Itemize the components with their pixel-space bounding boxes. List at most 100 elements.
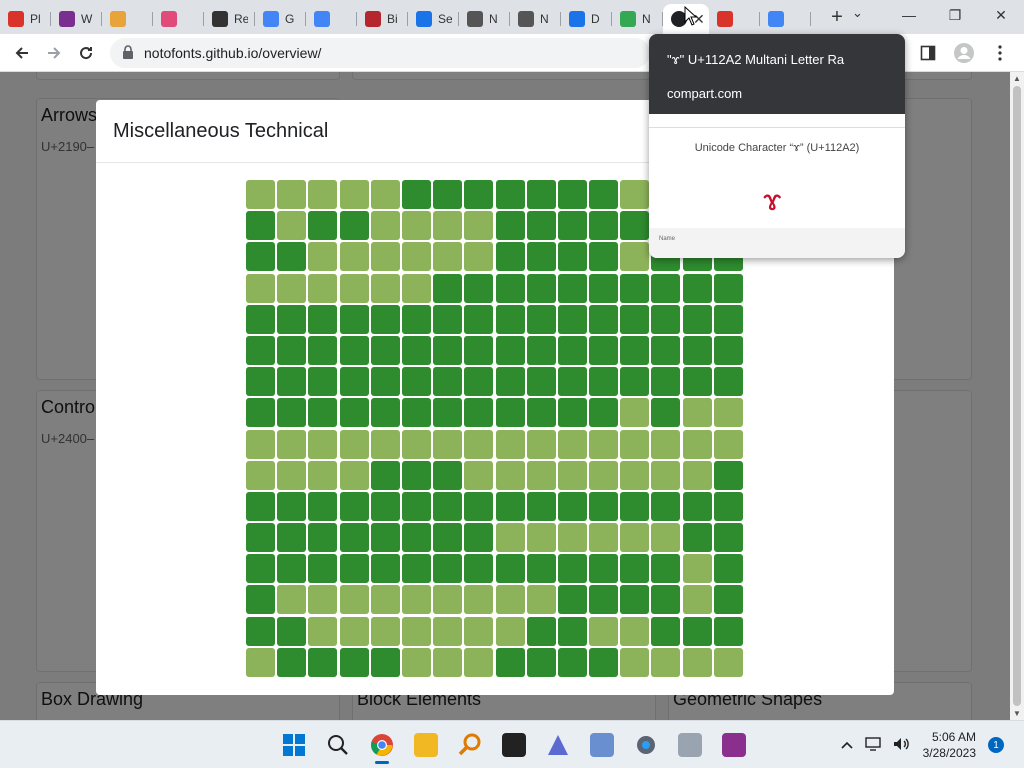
codepoint-cell[interactable] (277, 367, 307, 397)
codepoint-cell[interactable] (308, 585, 338, 615)
codepoint-cell[interactable] (339, 554, 369, 584)
codepoint-cell[interactable] (620, 523, 650, 553)
codepoint-cell[interactable] (589, 398, 619, 428)
codepoint-cell[interactable] (526, 554, 556, 584)
chevron-up-icon[interactable] (841, 738, 853, 752)
browser-tab[interactable] (709, 4, 760, 34)
app-icon[interactable] (542, 729, 574, 761)
codepoint-cell[interactable] (246, 242, 275, 272)
codepoint-cell[interactable] (433, 180, 463, 209)
codepoint-cell[interactable] (433, 616, 463, 646)
codepoint-cell[interactable] (433, 304, 463, 334)
codepoint-cell[interactable] (464, 491, 494, 521)
codepoint-cell[interactable] (433, 242, 463, 272)
codepoint-cell[interactable] (682, 273, 712, 303)
codepoint-cell[interactable] (433, 523, 463, 553)
codepoint-cell[interactable] (339, 273, 369, 303)
minimize-button[interactable]: — (886, 0, 932, 30)
codepoint-cell[interactable] (433, 273, 463, 303)
codepoint-cell[interactable] (401, 367, 431, 397)
codepoint-cell[interactable] (589, 491, 619, 521)
codepoint-cell[interactable] (433, 398, 463, 428)
codepoint-cell[interactable] (651, 273, 681, 303)
codepoint-cell[interactable] (277, 460, 307, 490)
close-window-button[interactable]: ✕ (978, 0, 1024, 30)
codepoint-cell[interactable] (589, 585, 619, 615)
start-button[interactable] (278, 729, 310, 761)
codepoint-cell[interactable] (401, 304, 431, 334)
codepoint-cell[interactable] (713, 460, 743, 490)
back-button[interactable] (6, 37, 38, 69)
codepoint-cell[interactable] (339, 523, 369, 553)
codepoint-cell[interactable] (557, 616, 587, 646)
codepoint-cell[interactable] (495, 554, 525, 584)
codepoint-cell[interactable] (526, 304, 556, 334)
codepoint-cell[interactable] (495, 211, 525, 241)
codepoint-cell[interactable] (339, 304, 369, 334)
codepoint-cell[interactable] (308, 273, 338, 303)
new-tab-button[interactable]: + (825, 6, 849, 29)
codepoint-cell[interactable] (589, 273, 619, 303)
codepoint-cell[interactable] (401, 460, 431, 490)
codepoint-cell[interactable] (464, 616, 494, 646)
codepoint-cell[interactable] (246, 491, 275, 521)
codepoint-cell[interactable] (713, 273, 743, 303)
codepoint-cell[interactable] (464, 211, 494, 241)
codepoint-cell[interactable] (651, 491, 681, 521)
winrar-icon[interactable] (718, 729, 750, 761)
codepoint-cell[interactable] (557, 460, 587, 490)
codepoint-cell[interactable] (557, 180, 587, 209)
forward-button[interactable] (38, 37, 70, 69)
browser-tab[interactable] (306, 4, 357, 34)
codepoint-cell[interactable] (401, 585, 431, 615)
codepoint-cell[interactable] (277, 335, 307, 365)
codepoint-cell[interactable] (401, 211, 431, 241)
settings-gear-icon[interactable] (630, 729, 662, 761)
codepoint-cell[interactable] (339, 335, 369, 365)
maximize-button[interactable]: ❐ (932, 0, 978, 30)
codepoint-cell[interactable] (526, 335, 556, 365)
codepoint-cell[interactable] (433, 554, 463, 584)
codepoint-cell[interactable] (401, 554, 431, 584)
7zip-icon[interactable] (498, 729, 530, 761)
codepoint-cell[interactable] (620, 585, 650, 615)
codepoint-cell[interactable] (557, 273, 587, 303)
browser-tab[interactable]: N (612, 4, 663, 34)
codepoint-cell[interactable] (495, 523, 525, 553)
codepoint-cell[interactable] (589, 429, 619, 459)
codepoint-cell[interactable] (589, 367, 619, 397)
codepoint-cell[interactable] (464, 242, 494, 272)
codepoint-cell[interactable] (682, 460, 712, 490)
codepoint-cell[interactable] (277, 554, 307, 584)
notepad-icon[interactable] (674, 729, 706, 761)
codepoint-cell[interactable] (370, 523, 400, 553)
codepoint-cell[interactable] (526, 585, 556, 615)
codepoint-cell[interactable] (339, 429, 369, 459)
search-icon[interactable] (322, 729, 354, 761)
codepoint-cell[interactable] (589, 460, 619, 490)
codepoint-cell[interactable] (401, 429, 431, 459)
codepoint-cell[interactable] (713, 647, 743, 677)
codepoint-cell[interactable] (495, 647, 525, 677)
codepoint-cell[interactable] (713, 554, 743, 584)
codepoint-cell[interactable] (651, 647, 681, 677)
search-app-icon[interactable] (454, 729, 486, 761)
codepoint-cell[interactable] (713, 585, 743, 615)
codepoint-cell[interactable] (682, 616, 712, 646)
codepoint-cell[interactable] (589, 523, 619, 553)
codepoint-cell[interactable] (589, 335, 619, 365)
codepoint-cell[interactable] (526, 211, 556, 241)
file-explorer-icon[interactable] (410, 729, 442, 761)
codepoint-cell[interactable] (277, 211, 307, 241)
codepoint-cell[interactable] (277, 273, 307, 303)
browser-tab[interactable]: N (510, 4, 561, 34)
codepoint-cell[interactable] (246, 367, 275, 397)
codepoint-cell[interactable] (246, 647, 275, 677)
codepoint-cell[interactable] (370, 242, 400, 272)
codepoint-cell[interactable] (401, 398, 431, 428)
codepoint-cell[interactable] (589, 211, 619, 241)
codepoint-cell[interactable] (277, 304, 307, 334)
codepoint-cell[interactable] (370, 554, 400, 584)
browser-tab[interactable]: W (51, 4, 102, 34)
codepoint-cell[interactable] (277, 585, 307, 615)
